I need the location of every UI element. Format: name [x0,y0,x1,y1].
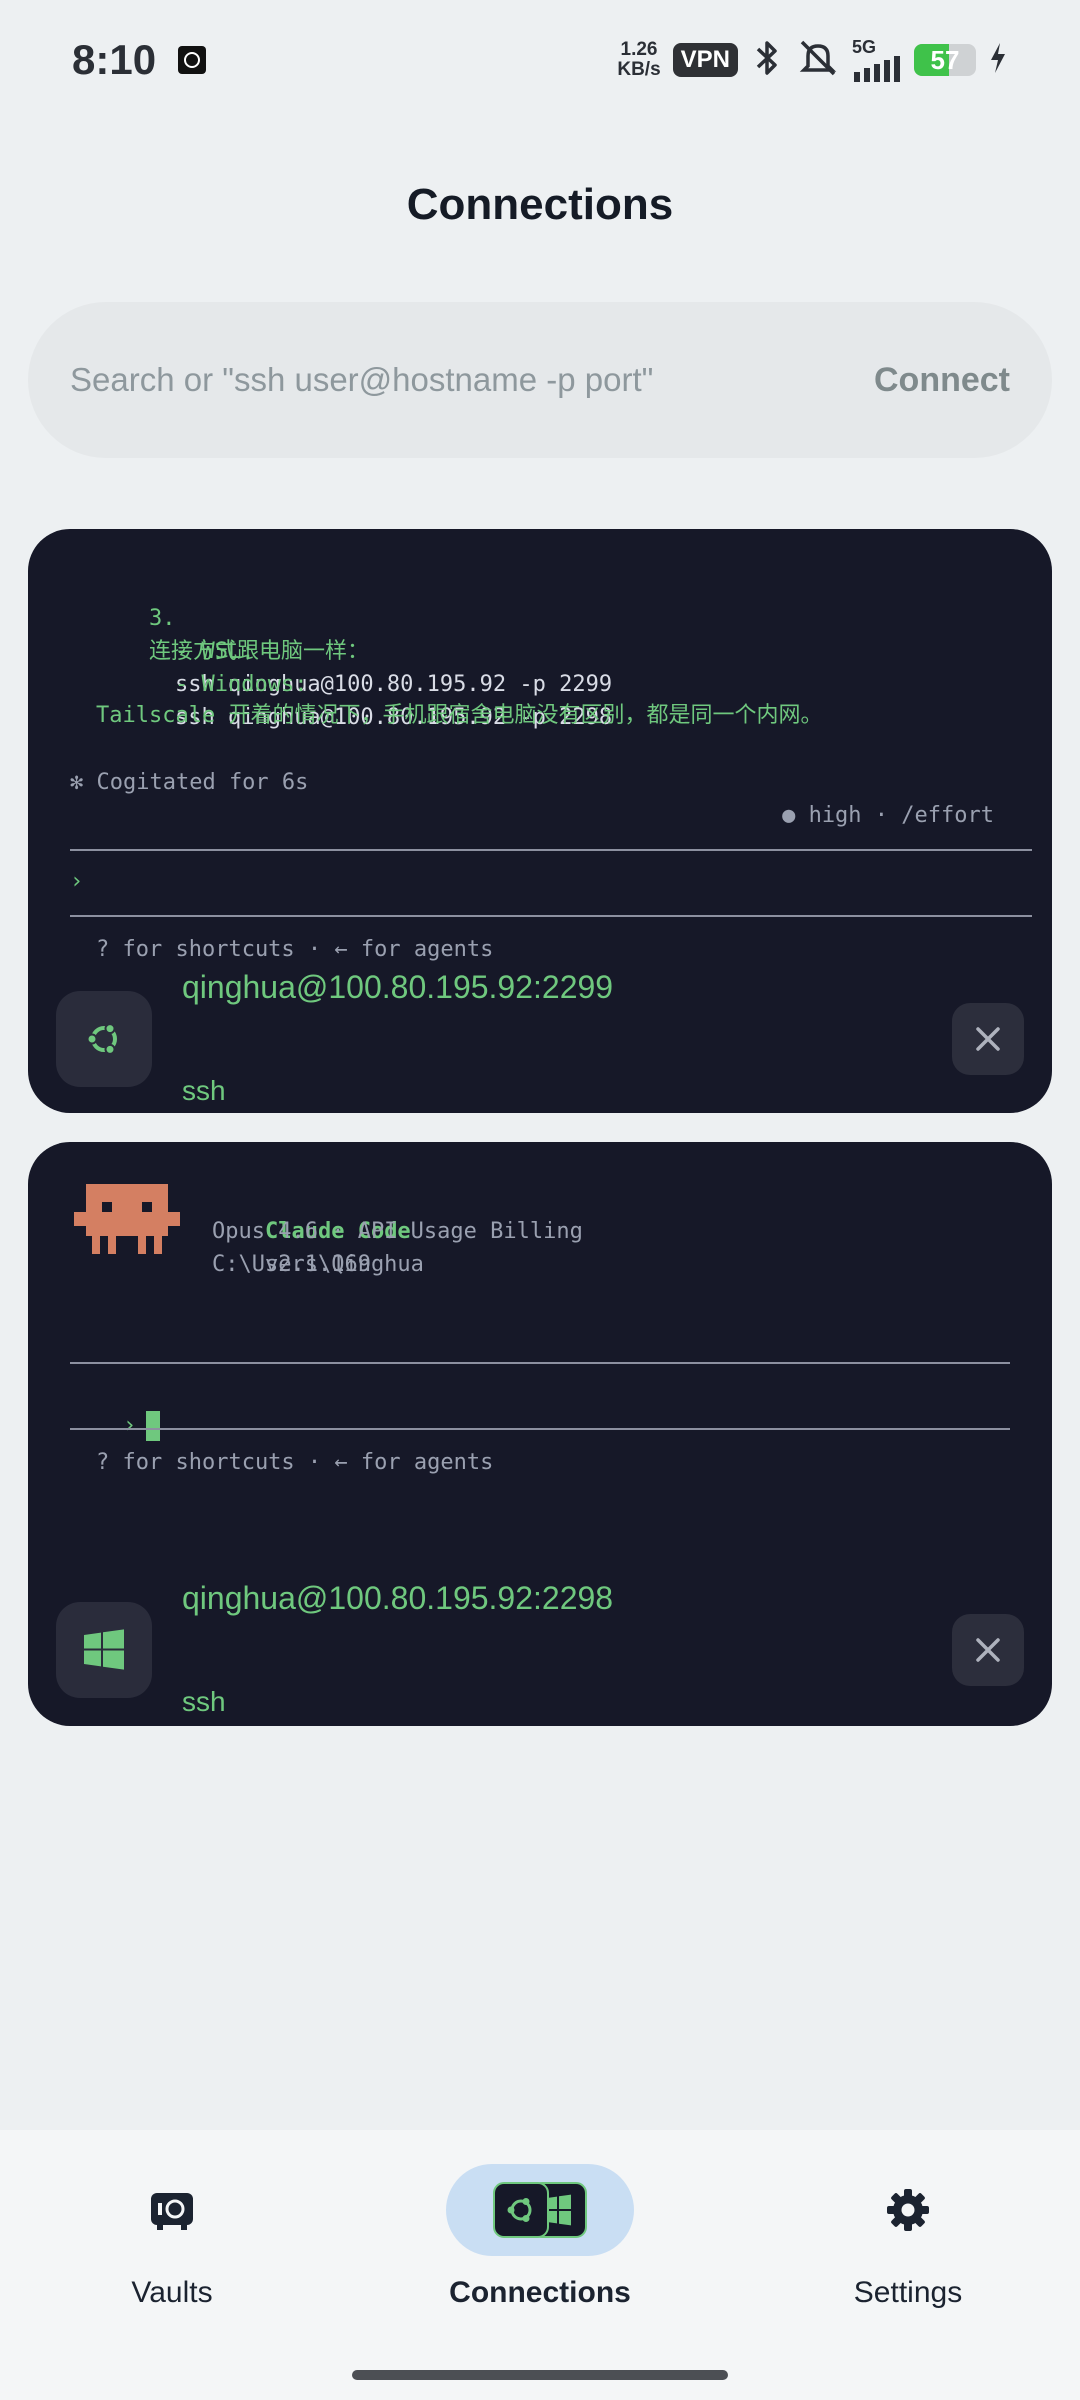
terminal-cursor [146,1411,161,1441]
close-session-button[interactable] [952,1614,1024,1686]
terminal-prompt[interactable]: › [70,865,83,898]
app-notification-icon [178,46,207,74]
nav-settings-icon-wrap [814,2164,1002,2256]
connections-icon [493,2182,587,2238]
bottom-nav: Vaults Connections Settings [0,2130,1080,2400]
ubuntu-icon [56,991,152,1087]
session-card-windows[interactable]: Claude Code v2.1.169 Opus 4.6 · API Usag… [28,1142,1052,1726]
bluetooth-icon [750,38,784,83]
terminal-label: - Windows: [174,672,308,697]
session-footer: qinghua@100.80.195.92:2298 ssh [56,1582,1024,1717]
connect-button[interactable]: Connect [874,361,1010,400]
terminal-divider [70,1362,1010,1364]
terminal-model-line: Opus 4.6 · API Usage Billing [212,1219,583,1244]
windows-icon [56,1602,152,1698]
signal-icon [854,56,900,82]
nav-vaults-icon-wrap [78,2164,266,2256]
close-session-button[interactable] [952,1003,1024,1075]
net-speed-value: 1.26 [620,39,658,60]
status-time: 8:10 [72,36,157,83]
session-footer: qinghua@100.80.195.92:2299 ssh [56,971,1024,1106]
gear-icon [887,2189,929,2231]
page-title: Connections [406,180,674,229]
nav-connections-icon-wrap [446,2164,634,2256]
nav-settings[interactable]: Settings [788,2164,1028,2310]
terminal-divider [70,849,1032,851]
search-bar: Connect [28,302,1052,458]
terminal-effort-line: ● high · /effort [782,803,994,828]
nav-connections[interactable]: Connections [420,2164,660,2310]
terminal-status-line: ✻ Cogitated for 6s [70,770,309,795]
connection-host[interactable]: qinghua@100.80.195.92:2299 [182,971,613,1004]
vault-icon [151,2193,193,2230]
charging-icon [988,41,1008,80]
connection-protocol: ssh [182,1075,226,1106]
signal-indicator: 5G [852,38,902,82]
search-input[interactable] [70,361,874,399]
connection-protocol: ssh [182,1686,226,1717]
home-indicator[interactable] [352,2370,728,2380]
battery-level: 57 [930,44,960,75]
nav-vaults-label: Vaults [131,2276,213,2309]
terminal-path-line: C:\Users\Qinghua [212,1252,424,1277]
terminal-prompt-symbol: › [122,1413,137,1438]
vpn-badge: VPN [672,43,738,77]
claude-code-logo-icon [74,1184,180,1254]
close-icon [976,1027,1000,1051]
close-icon [976,1638,1000,1662]
terminal-divider [70,1428,1010,1430]
session-card-wsl[interactable]: 3. 连接方式跟电脑一样： - WSL: ssh qinghua@100.80.… [28,529,1052,1113]
nav-connections-label: Connections [449,2276,631,2309]
net-speed-unit: KB/s [617,59,661,80]
nav-settings-label: Settings [853,2276,963,2309]
network-type: 5G [852,37,877,57]
status-bar: 8:10 1.26 KB/s VPN 5G 57 [0,0,1080,120]
bell-muted-icon [796,38,840,83]
battery-indicator: 57 [914,44,976,76]
net-speed: 1.26 KB/s [617,40,660,80]
terminal-hint: ? for shortcuts · ← for agents [96,1450,494,1475]
terminal-line: Tailscale 开着的情况下，手机跟宿舍电脑没有区别，都是同一个内网。 [96,703,823,728]
nav-vaults[interactable]: Vaults [52,2164,292,2310]
connection-host[interactable]: qinghua@100.80.195.92:2298 [182,1582,613,1615]
